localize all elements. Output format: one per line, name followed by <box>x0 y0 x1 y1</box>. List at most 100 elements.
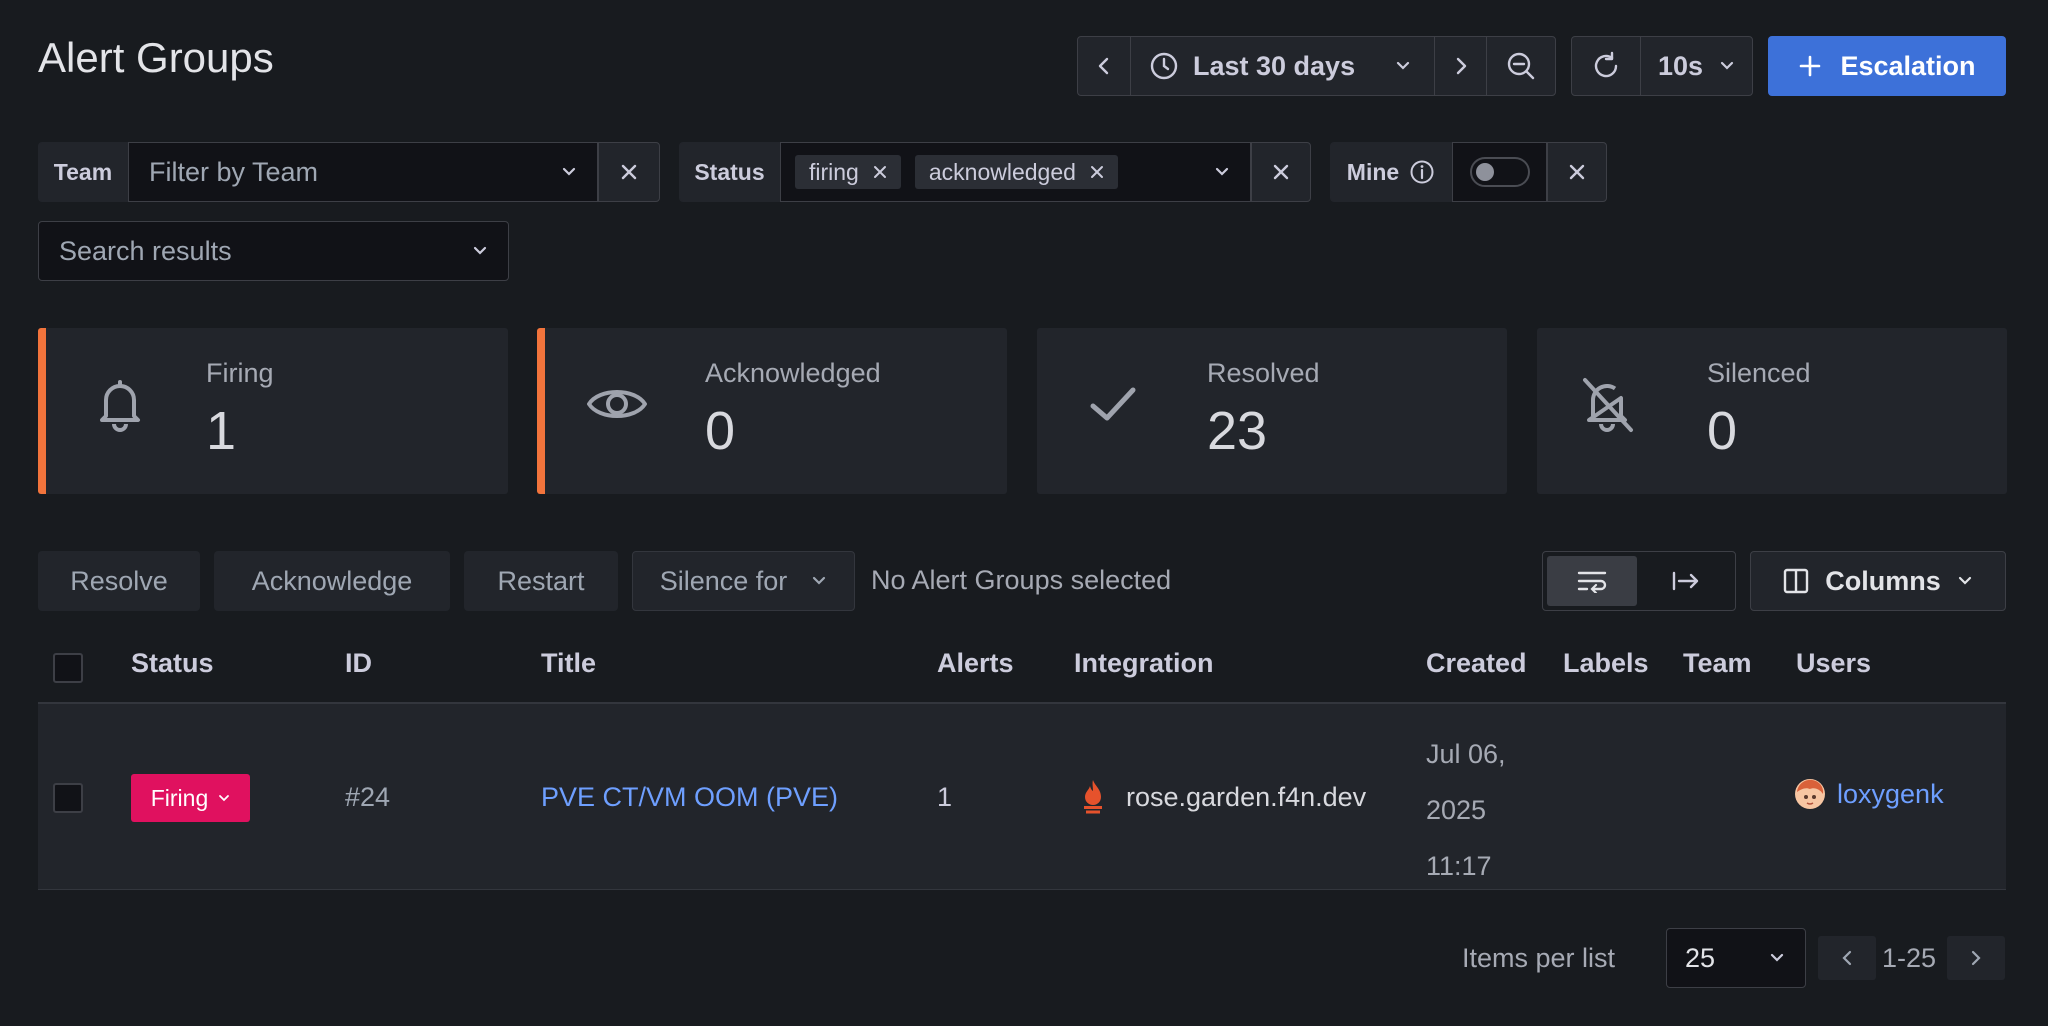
status-filter-label: Status <box>679 142 780 202</box>
chevron-down-icon <box>562 167 576 176</box>
team-filter-placeholder: Filter by Team <box>149 156 319 187</box>
time-range-select[interactable]: Last 30 days <box>1130 37 1434 95</box>
chevron-left-icon <box>1098 57 1109 75</box>
chevron-down-icon <box>1958 576 1971 585</box>
column-header-created[interactable]: Created <box>1426 648 1527 679</box>
row-checkbox[interactable] <box>53 783 83 813</box>
silence-for-select[interactable]: Silence for <box>632 551 855 611</box>
resolve-button[interactable]: Resolve <box>38 551 200 611</box>
chevron-down-icon <box>473 246 487 255</box>
alert-group-title-link[interactable]: PVE CT/VM OOM (PVE) <box>541 782 838 813</box>
stat-card-acknowledged[interactable]: Acknowledged 0 <box>537 328 1007 494</box>
acknowledge-button[interactable]: Acknowledge <box>214 551 450 611</box>
items-per-list-select[interactable]: 25 <box>1666 928 1806 988</box>
previous-page-button[interactable] <box>1818 936 1876 980</box>
chevron-down-icon <box>1770 953 1784 962</box>
stat-value: 0 <box>1707 401 1738 461</box>
time-range-picker: Last 30 days <box>1077 36 1556 96</box>
status-badge[interactable]: Firing <box>131 774 250 822</box>
columns-icon <box>1784 568 1809 594</box>
status-filter-select[interactable]: firing acknowledged <box>780 142 1251 202</box>
truncate-view-button[interactable] <box>1641 556 1731 606</box>
close-icon <box>1569 164 1585 180</box>
status-chip-label: firing <box>809 158 859 185</box>
column-header-integration[interactable]: Integration <box>1074 648 1214 679</box>
created-year: 2025 <box>1426 795 1487 825</box>
restart-button[interactable]: Restart <box>464 551 618 611</box>
close-icon[interactable] <box>873 165 887 179</box>
arrow-right-to-line-icon <box>1672 571 1699 591</box>
close-icon <box>1273 164 1289 180</box>
stat-label: Silenced <box>1707 358 1811 388</box>
escalation-button[interactable]: Escalation <box>1768 36 2006 96</box>
time-range-back-button[interactable] <box>1078 37 1130 95</box>
zoom-out-button[interactable] <box>1486 37 1554 95</box>
status-filter-clear-button[interactable] <box>1251 142 1311 202</box>
stat-label: Firing <box>206 358 274 388</box>
avatar <box>1795 779 1825 809</box>
plus-icon <box>1800 55 1821 77</box>
chevron-left-icon <box>1842 950 1852 966</box>
page-range: 1-25 <box>1882 943 1937 973</box>
info-icon <box>1410 160 1434 184</box>
mine-toggle[interactable] <box>1469 157 1530 187</box>
refresh-icon <box>1594 51 1618 78</box>
user-link[interactable]: loxygenk <box>1837 779 1944 810</box>
clock-icon <box>1150 52 1178 80</box>
mine-toggle-wrapper <box>1452 142 1547 202</box>
prometheus-icon <box>1084 780 1102 814</box>
refresh-button[interactable] <box>1572 37 1640 95</box>
stat-label: Acknowledged <box>705 358 881 388</box>
escalation-button-label: Escalation <box>1840 50 1976 81</box>
created-date: Jul 06, <box>1426 739 1506 769</box>
refresh-interval-label: 10s <box>1657 50 1704 81</box>
next-page-button[interactable] <box>1947 936 2005 980</box>
selection-status-text: No Alert Groups selected <box>871 565 1172 595</box>
chevron-right-icon <box>1456 57 1466 75</box>
items-per-list-label: Items per list <box>1462 943 1616 973</box>
zoom-out-icon <box>1507 52 1534 80</box>
team-filter-clear-button[interactable] <box>598 142 660 202</box>
stat-card-silenced[interactable]: Silenced 0 <box>1537 328 2007 494</box>
alert-group-id: #24 <box>345 782 391 812</box>
refresh-picker: 10s <box>1571 36 1753 96</box>
column-header-alerts[interactable]: Alerts <box>937 648 1014 679</box>
column-header-id[interactable]: ID <box>345 648 372 679</box>
chevron-down-icon <box>1720 61 1734 70</box>
status-chip-firing: firing <box>795 155 901 189</box>
chevron-down-icon <box>813 576 826 585</box>
column-header-title[interactable]: Title <box>541 648 596 679</box>
stat-card-firing[interactable]: Firing 1 <box>38 328 508 494</box>
chevron-down-icon <box>219 795 230 802</box>
alert-count: 1 <box>937 782 953 812</box>
check-icon <box>1090 387 1136 421</box>
status-badge-label: Firing <box>150 784 209 811</box>
items-per-list-value: 25 <box>1685 942 1716 973</box>
created-timestamp: Jul 06, 2025 11:17 <box>1426 726 1506 894</box>
column-header-status[interactable]: Status <box>131 648 214 679</box>
columns-button[interactable]: Columns <box>1750 551 2006 611</box>
stat-card-resolved[interactable]: Resolved 23 <box>1037 328 1507 494</box>
search-results-placeholder: Search results <box>59 235 232 266</box>
close-icon <box>621 164 637 180</box>
time-range-label: Last 30 days <box>1193 50 1356 81</box>
close-icon[interactable] <box>1090 165 1104 179</box>
column-header-labels[interactable]: Labels <box>1563 648 1649 679</box>
mine-filter-clear-button[interactable] <box>1547 142 1607 202</box>
created-time: 11:17 <box>1426 851 1492 881</box>
search-results-select[interactable]: Search results <box>38 221 509 281</box>
table-row <box>38 704 2006 890</box>
refresh-interval-select[interactable]: 10s <box>1640 37 1752 95</box>
bell-slash-icon <box>1583 378 1633 432</box>
wrap-text-view-button[interactable] <box>1547 556 1637 606</box>
select-all-checkbox[interactable] <box>53 653 83 683</box>
integration-name: rose.garden.f4n.dev <box>1126 782 1367 812</box>
column-header-team[interactable]: Team <box>1683 648 1752 679</box>
mine-filter-label-text: Mine <box>1346 158 1400 185</box>
stat-value: 1 <box>206 401 237 461</box>
column-header-users[interactable]: Users <box>1796 648 1871 679</box>
team-filter-label: Team <box>38 142 128 202</box>
time-range-forward-button[interactable] <box>1434 37 1486 95</box>
mine-filter-label: Mine <box>1330 142 1452 202</box>
team-filter-select[interactable]: Filter by Team <box>128 142 598 202</box>
